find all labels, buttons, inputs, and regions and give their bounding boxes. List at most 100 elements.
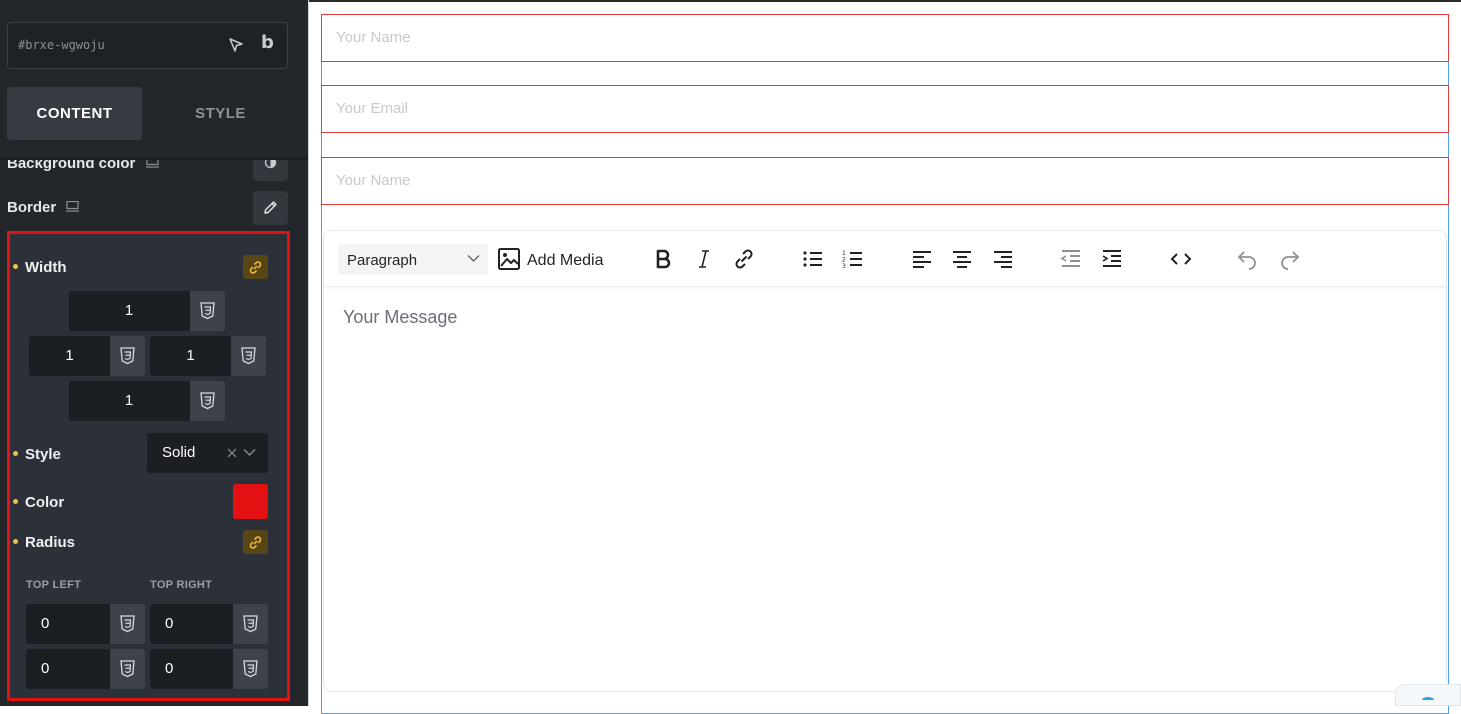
indent-icon[interactable] (1100, 247, 1124, 271)
link-icon (249, 536, 262, 549)
border-width-bottom-value: 1 (124, 392, 134, 409)
message-editor[interactable]: Paragraph Add Media 1 2 3 Your Message (323, 230, 1447, 692)
tab-content[interactable]: CONTENT (7, 87, 142, 140)
radius-bottom-right-value: 0 (165, 660, 174, 677)
border-width-top-input[interactable]: 1 (69, 291, 225, 331)
radius-top-right-value: 0 (165, 615, 174, 632)
name-field-2[interactable]: Your Name (321, 157, 1449, 205)
css3-icon (200, 302, 215, 320)
css-unit-button[interactable] (233, 649, 268, 689)
canvas-divider (308, 0, 309, 706)
email-field[interactable]: Your Email (321, 85, 1449, 133)
css-unit-button[interactable] (231, 336, 266, 376)
redo-icon[interactable] (1278, 247, 1302, 271)
numbered-list-icon[interactable]: 1 2 3 (841, 247, 865, 271)
width-label: Width (13, 259, 67, 276)
name-field-2-placeholder: Your Name (336, 172, 411, 189)
css3-icon (120, 347, 135, 365)
border-width-right-value: 1 (186, 347, 195, 364)
background-color-label: Background color (7, 160, 136, 172)
element-id-text: #brxe-wgwoju (18, 38, 105, 52)
radius-bottom-left-input[interactable]: 0 (26, 649, 145, 689)
style-label: Style (13, 446, 61, 463)
outdent-icon[interactable] (1059, 247, 1083, 271)
svg-text:3: 3 (842, 263, 846, 270)
css3-icon (243, 615, 258, 633)
message-placeholder[interactable]: Your Message (343, 307, 457, 328)
radius-top-left-value: 0 (41, 615, 50, 632)
top-right-label: TOP RIGHT (150, 579, 213, 591)
editor-toolbar: Paragraph Add Media 1 2 3 (324, 231, 1446, 287)
background-color-button[interactable] (253, 160, 288, 181)
align-left-icon[interactable] (910, 247, 934, 271)
css-unit-button[interactable] (110, 336, 145, 376)
chevron-down-icon (243, 449, 256, 456)
modified-dot (13, 538, 18, 544)
modified-dot (13, 498, 18, 504)
pencil-icon (264, 201, 277, 214)
undo-icon[interactable] (1235, 247, 1259, 271)
clear-icon[interactable] (226, 447, 238, 459)
css-unit-button[interactable] (110, 649, 145, 689)
canvas-top-border (308, 0, 1461, 2)
device-icon (66, 201, 79, 212)
width-link-toggle[interactable] (243, 255, 268, 279)
link-icon[interactable] (732, 247, 756, 271)
css-unit-button[interactable] (233, 604, 268, 644)
align-right-icon[interactable] (991, 247, 1015, 271)
cursor-select-icon[interactable] (227, 36, 245, 54)
modified-dot (13, 450, 18, 456)
image-icon (498, 248, 520, 270)
name-field[interactable]: Your Name (321, 14, 1449, 62)
border-width-right-input[interactable]: 1 (150, 336, 266, 376)
background-color-control: Background color (7, 160, 288, 181)
css3-icon (243, 660, 258, 678)
css-unit-button[interactable] (190, 291, 225, 331)
italic-icon[interactable] (692, 247, 716, 271)
border-width-top-value: 1 (124, 302, 134, 319)
color-picker-icon (264, 160, 277, 169)
css-unit-button[interactable] (110, 604, 145, 644)
bold-icon[interactable] (651, 247, 675, 271)
css3-icon (200, 392, 215, 410)
radius-top-right-input[interactable]: 0 (150, 604, 268, 644)
color-label: Color (13, 494, 64, 511)
builder-logo-icon[interactable]: b (261, 32, 274, 53)
link-icon (249, 261, 262, 274)
block-format-select[interactable]: Paragraph (338, 244, 488, 275)
border-width-left-value: 1 (65, 347, 74, 364)
border-edit-button[interactable] (253, 191, 288, 225)
radius-link-toggle[interactable] (243, 530, 268, 554)
radius-label: Radius (13, 534, 75, 551)
border-color-swatch[interactable] (233, 484, 268, 519)
border-style-select[interactable]: Solid (147, 433, 268, 473)
modified-dot (13, 263, 18, 269)
radius-bottom-left-value: 0 (41, 660, 50, 677)
floating-widget-icon[interactable] (1395, 684, 1461, 706)
border-settings-group: Width 1 1 1 1 Style Solid Color Radius T… (7, 231, 290, 701)
css3-icon (120, 660, 135, 678)
name-field-placeholder: Your Name (336, 29, 411, 46)
device-icon (146, 160, 159, 168)
controls-scroll-area[interactable]: Background color Border Width 1 1 1 1 St… (0, 160, 308, 706)
block-format-value: Paragraph (347, 252, 418, 269)
css-unit-button[interactable] (190, 381, 225, 421)
chevron-down-icon (467, 255, 480, 262)
radius-top-left-input[interactable]: 0 (26, 604, 145, 644)
tab-style[interactable]: STYLE (153, 87, 288, 140)
bullet-list-icon[interactable] (801, 247, 825, 271)
border-control: Border (7, 191, 288, 225)
border-style-value: Solid (162, 444, 196, 461)
border-width-left-input[interactable]: 1 (29, 336, 145, 376)
top-left-label: TOP LEFT (26, 579, 82, 591)
border-label: Border (7, 199, 57, 216)
element-id-field[interactable]: #brxe-wgwoju b (7, 22, 288, 69)
border-width-bottom-input[interactable]: 1 (69, 381, 225, 421)
radius-bottom-right-input[interactable]: 0 (150, 649, 268, 689)
add-media-label: Add Media (527, 252, 604, 269)
css3-icon (241, 347, 256, 365)
code-icon[interactable] (1169, 247, 1193, 271)
panel-tabs: CONTENT STYLE (0, 87, 308, 141)
builder-panel: #brxe-wgwoju b CONTENT STYLE Background … (0, 0, 308, 706)
align-center-icon[interactable] (950, 247, 974, 271)
